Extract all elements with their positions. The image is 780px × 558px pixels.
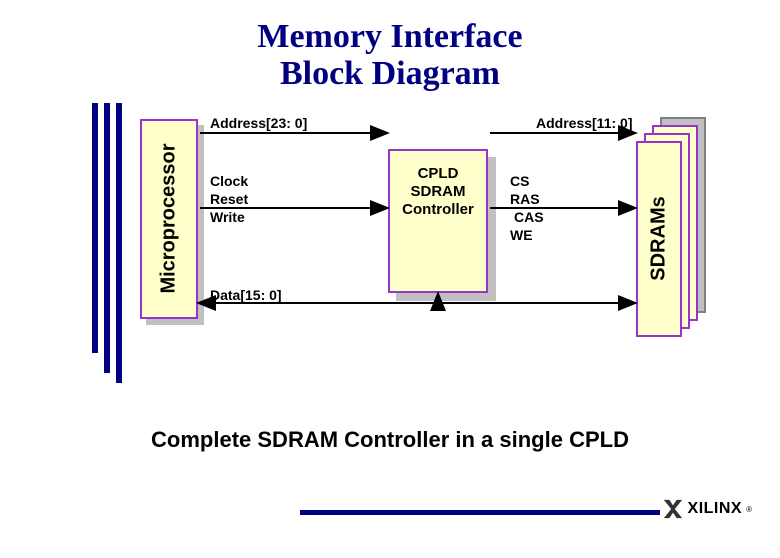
signal-write: Write <box>210 209 245 227</box>
xilinx-logo-icon <box>662 498 684 520</box>
block-diagram: Microprocessor CPLD SDRAM Controller SDR… <box>0 103 780 423</box>
signal-clock: Clock <box>210 173 248 191</box>
signal-cas: CAS <box>514 209 544 227</box>
title-line-1: Memory Interface <box>257 18 522 55</box>
arrows-layer <box>0 103 780 423</box>
signal-we: WE <box>510 227 533 245</box>
signal-data: Data[15: 0] <box>210 287 282 305</box>
xilinx-logo: XILINX ® <box>662 498 752 520</box>
caption: Complete SDRAM Controller in a single CP… <box>0 427 780 453</box>
xilinx-logo-text: XILINX <box>688 500 743 518</box>
title-line-2: Block Diagram <box>280 55 500 92</box>
registered-mark: ® <box>746 505 752 514</box>
footer-divider <box>300 510 660 515</box>
signal-ras: RAS <box>510 191 540 209</box>
signal-cs: CS <box>510 173 529 191</box>
signal-address-out: Address[11: 0] <box>536 115 632 133</box>
slide-title: Memory Interface Block Diagram <box>0 18 780 93</box>
signal-address-in: Address[23: 0] <box>210 115 307 133</box>
signal-reset: Reset <box>210 191 248 209</box>
